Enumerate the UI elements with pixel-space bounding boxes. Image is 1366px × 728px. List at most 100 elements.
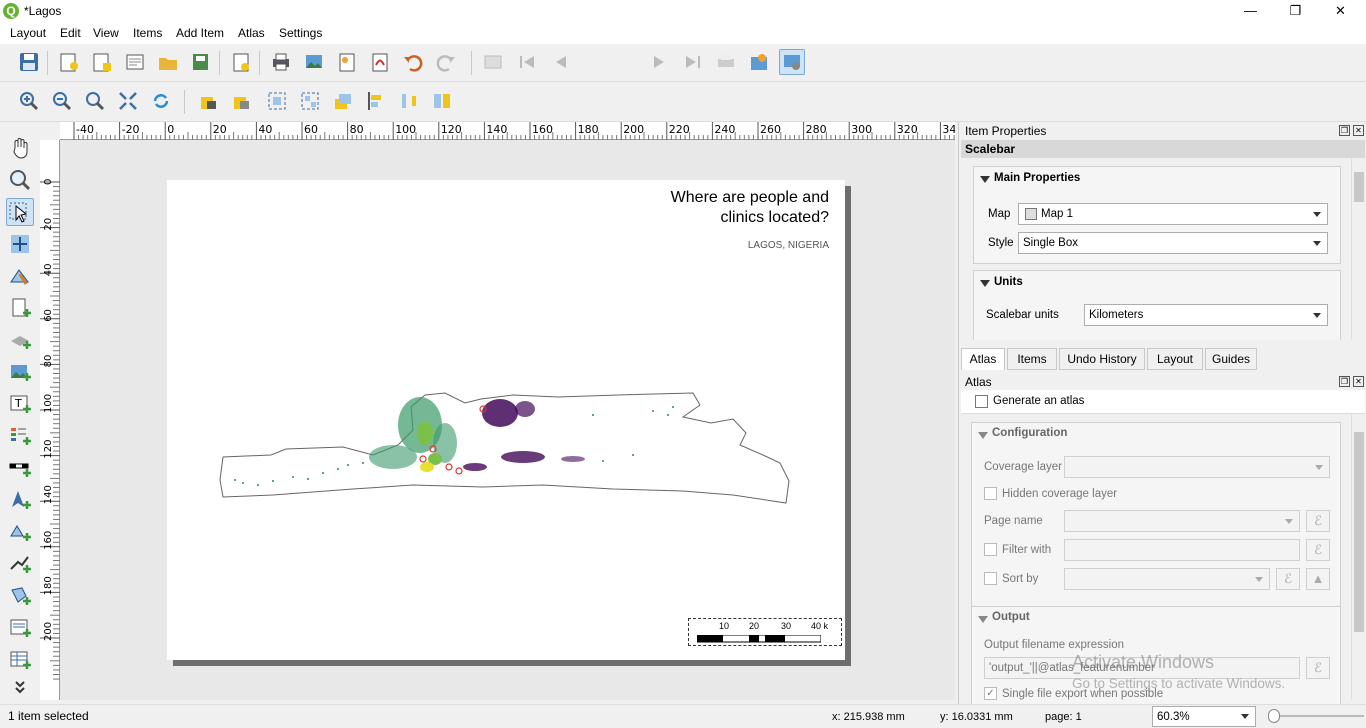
collapse-main-properties-icon[interactable] <box>980 176 990 183</box>
style-select[interactable]: Single Box <box>1018 232 1328 254</box>
tab-layout[interactable]: Layout <box>1147 348 1203 370</box>
zoom-in-icon[interactable] <box>16 88 42 114</box>
add-polyline-icon[interactable] <box>6 550 34 578</box>
resize-items-icon[interactable] <box>429 88 455 114</box>
edit-nodes-icon[interactable] <box>6 262 34 290</box>
menu-layout[interactable]: Layout <box>10 26 46 40</box>
export-svg-icon[interactable] <box>334 49 360 75</box>
print-icon[interactable] <box>268 49 294 75</box>
export-image-icon[interactable] <box>301 49 327 75</box>
tab-guides[interactable]: Guides <box>1205 348 1257 370</box>
ungroup-items-icon[interactable] <box>297 88 323 114</box>
page-name-expression-button[interactable]: ℰ <box>1306 510 1330 532</box>
zoom-tool-icon[interactable] <box>6 166 34 194</box>
tab-items[interactable]: Items <box>1007 348 1057 370</box>
map-title-label[interactable]: Where are people and clinics located? <box>569 188 829 228</box>
menu-edit[interactable]: Edit <box>60 26 81 40</box>
select-move-item-icon[interactable] <box>6 198 34 226</box>
add-scalebar-icon[interactable] <box>6 454 34 482</box>
add-attribute-table-icon[interactable] <box>6 646 34 674</box>
print-atlas-icon[interactable] <box>713 49 739 75</box>
add-picture-icon[interactable] <box>6 358 34 386</box>
layout-manager-icon[interactable] <box>122 49 148 75</box>
redo-icon[interactable] <box>433 49 459 75</box>
zoom-slider-track[interactable] <box>1268 715 1364 717</box>
atlas-preview-icon[interactable] <box>480 49 506 75</box>
map-item[interactable] <box>213 385 793 505</box>
add-polygon-icon[interactable] <box>6 582 34 610</box>
atlas-scrollbar[interactable] <box>1351 414 1365 700</box>
close-button[interactable]: ✕ <box>1318 0 1363 23</box>
page-setup-icon[interactable] <box>228 49 254 75</box>
float-panel-icon[interactable]: ❐ <box>1339 125 1350 136</box>
distribute-items-icon[interactable] <box>396 88 422 114</box>
coverage-layer-select[interactable] <box>1064 456 1330 478</box>
scalebar-units-select[interactable]: Kilometers <box>1084 304 1328 326</box>
add-north-arrow-icon[interactable] <box>6 486 34 514</box>
scalebar-item[interactable]: 10 20 30 40 k <box>688 618 842 646</box>
add-shape-icon[interactable] <box>6 518 34 546</box>
zoom-100-icon[interactable] <box>82 88 108 114</box>
add-html-icon[interactable] <box>6 614 34 642</box>
group-items-icon[interactable] <box>264 88 290 114</box>
float-atlas-panel-icon[interactable]: ❐ <box>1339 376 1350 387</box>
menu-add-item[interactable]: Add Item <box>176 26 224 40</box>
sort-by-select[interactable] <box>1064 568 1270 590</box>
open-template-icon[interactable] <box>155 49 181 75</box>
more-tools-chevron-icon[interactable] <box>6 678 34 698</box>
close-atlas-panel-icon[interactable]: ✕ <box>1353 376 1364 387</box>
collapse-configuration-icon[interactable] <box>978 432 988 439</box>
export-pdf-icon[interactable] <box>367 49 393 75</box>
atlas-settings-icon[interactable] <box>779 49 805 75</box>
add-label-icon[interactable]: T <box>6 390 34 418</box>
menu-atlas[interactable]: Atlas <box>238 26 265 40</box>
single-file-checkbox[interactable]: ✓ <box>984 687 997 700</box>
refresh-icon[interactable] <box>148 88 174 114</box>
zoom-out-icon[interactable] <box>49 88 75 114</box>
layout-canvas[interactable]: Where are people and clinics located? LA… <box>60 140 955 700</box>
filter-with-checkbox[interactable] <box>984 543 997 556</box>
close-panel-icon[interactable]: ✕ <box>1353 125 1364 136</box>
add-page-icon[interactable] <box>6 294 34 322</box>
sort-by-checkbox[interactable] <box>984 572 997 585</box>
item-properties-scrollbar[interactable] <box>1351 158 1365 340</box>
add-legend-icon[interactable] <box>6 422 34 450</box>
sort-direction-button[interactable]: ▲ <box>1306 568 1330 590</box>
restore-button[interactable]: ❐ <box>1273 0 1318 23</box>
collapse-units-icon[interactable] <box>980 280 990 287</box>
filter-with-input[interactable] <box>1064 539 1300 561</box>
last-feature-icon[interactable] <box>680 49 706 75</box>
menu-items[interactable]: Items <box>133 26 162 40</box>
generate-atlas-checkbox[interactable] <box>975 395 988 408</box>
output-expression-button[interactable]: ℰ <box>1306 657 1330 679</box>
filter-expression-button[interactable]: ℰ <box>1306 539 1330 561</box>
zoom-slider-handle[interactable] <box>1268 709 1280 723</box>
lock-items-icon[interactable] <box>196 88 222 114</box>
raise-items-icon[interactable] <box>330 88 356 114</box>
align-items-icon[interactable] <box>363 88 389 114</box>
zoom-full-icon[interactable] <box>115 88 141 114</box>
sort-expression-button[interactable]: ℰ <box>1276 568 1300 590</box>
add-3d-map-icon[interactable] <box>6 326 34 354</box>
pan-icon[interactable] <box>6 134 34 162</box>
next-feature-icon[interactable] <box>647 49 673 75</box>
zoom-level-select[interactable]: 60.3% <box>1152 706 1256 727</box>
menu-settings[interactable]: Settings <box>279 26 322 40</box>
save-template-icon[interactable] <box>188 49 214 75</box>
collapse-output-icon[interactable] <box>978 616 988 623</box>
minimize-button[interactable]: — <box>1228 0 1273 23</box>
tab-atlas[interactable]: Atlas <box>961 348 1005 370</box>
tab-undo-history[interactable]: Undo History <box>1059 348 1145 370</box>
layout-page[interactable]: Where are people and clinics located? LA… <box>167 180 845 660</box>
map-subtitle-label[interactable]: LAGOS, NIGERIA <box>748 240 829 251</box>
move-content-icon[interactable] <box>6 230 34 258</box>
previous-feature-icon[interactable] <box>547 49 573 75</box>
hidden-coverage-checkbox[interactable] <box>984 487 997 500</box>
map-select[interactable]: Map 1 <box>1018 203 1328 225</box>
save-icon[interactable] <box>16 49 42 75</box>
new-layout-icon[interactable] <box>56 49 82 75</box>
unlock-items-icon[interactable] <box>229 88 255 114</box>
duplicate-layout-icon[interactable] <box>89 49 115 75</box>
page-name-select[interactable] <box>1064 510 1300 532</box>
undo-icon[interactable] <box>400 49 426 75</box>
